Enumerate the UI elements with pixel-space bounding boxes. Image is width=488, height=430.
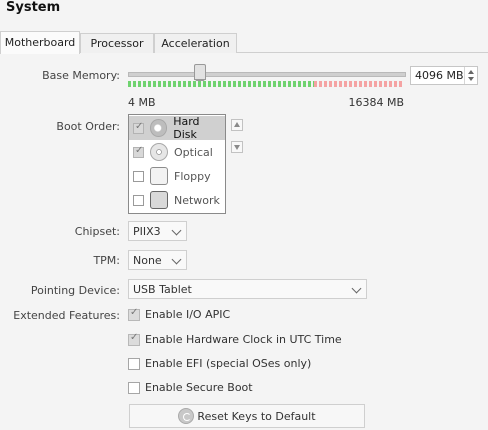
boot-network-checkbox[interactable]: [133, 194, 144, 206]
move-down-button[interactable]: [231, 141, 243, 153]
chevron-down-icon: [171, 254, 182, 265]
page-title: System: [6, 0, 61, 15]
feature-secure-boot[interactable]: Enable Secure Boot: [128, 381, 253, 394]
feature-utc-clock[interactable]: Enable Hardware Clock in UTC Time: [128, 332, 342, 346]
boot-order-label: Boot Order:: [56, 120, 120, 133]
tab-processor[interactable]: Processor: [80, 33, 154, 53]
feature-label: Enable Secure Boot: [145, 381, 253, 394]
secure-boot-checkbox[interactable]: [128, 381, 140, 394]
spin-arrows-icon[interactable]: [464, 67, 477, 84]
boot-optical-checkbox[interactable]: [133, 145, 144, 158]
pointing-device-value: USB Tablet: [133, 282, 192, 296]
io-apic-checkbox[interactable]: [128, 307, 140, 321]
feature-label: Enable EFI (special OSes only): [145, 357, 312, 370]
boot-item-label: Floppy: [174, 169, 211, 183]
memory-min-label: 4 MB: [128, 96, 156, 109]
chevron-down-icon: [171, 225, 182, 236]
network-icon: [150, 191, 168, 209]
reset-keys-label: Reset Keys to Default: [197, 409, 316, 423]
feature-label: Enable Hardware Clock in UTC Time: [145, 333, 342, 346]
feature-io-apic[interactable]: Enable I/O APIC: [128, 307, 231, 321]
tpm-label: TPM:: [93, 254, 120, 267]
pointing-device-select[interactable]: USB Tablet: [128, 279, 367, 299]
boot-item-network[interactable]: Network: [129, 188, 225, 212]
tpm-value: None: [133, 253, 162, 267]
boot-item-label: Network: [174, 193, 220, 207]
tpm-select[interactable]: None: [128, 250, 187, 270]
boot-item-label: Hard Disk: [173, 115, 200, 141]
boot-item-floppy[interactable]: Floppy: [129, 164, 225, 188]
floppy-icon: [150, 167, 168, 185]
feature-efi[interactable]: Enable EFI (special OSes only): [128, 357, 311, 370]
boot-item-hard-disk[interactable]: Hard Disk: [129, 115, 225, 141]
hard-disk-icon: [149, 119, 168, 137]
tab-acceleration[interactable]: Acceleration: [154, 33, 237, 53]
base-memory-slider-track[interactable]: [128, 72, 406, 77]
boot-order-list[interactable]: Hard Disk Optical Floppy Network: [128, 114, 226, 214]
reset-keys-button[interactable]: Reset Keys to Default: [129, 404, 365, 428]
base-memory-value[interactable]: 4096 MB: [411, 69, 464, 82]
efi-checkbox[interactable]: [128, 357, 140, 370]
base-memory-spinbox[interactable]: 4096 MB: [410, 66, 478, 85]
chipset-label: Chipset:: [74, 225, 120, 238]
boot-floppy-checkbox[interactable]: [133, 170, 144, 182]
boot-hard-disk-checkbox[interactable]: [133, 121, 144, 134]
base-memory-label: Base Memory:: [42, 69, 120, 82]
boot-item-optical[interactable]: Optical: [129, 140, 225, 164]
memory-scale: [128, 81, 404, 87]
memory-scale-safe: [128, 81, 314, 87]
pointing-device-label: Pointing Device:: [30, 284, 120, 297]
reset-icon: [178, 408, 195, 424]
boot-item-label: Optical: [174, 145, 213, 159]
feature-label: Enable I/O APIC: [145, 308, 231, 321]
base-memory-slider-thumb[interactable]: [194, 64, 206, 84]
memory-scale-warning: [314, 81, 404, 87]
chevron-down-icon: [351, 283, 362, 294]
tab-motherboard[interactable]: Motherboard: [0, 31, 80, 54]
extended-features-label: Extended Features:: [13, 309, 120, 322]
optical-disc-icon: [150, 143, 168, 161]
memory-max-label: 16384 MB: [348, 96, 404, 109]
chipset-select[interactable]: PIIX3: [128, 221, 187, 241]
utc-clock-checkbox[interactable]: [128, 332, 140, 346]
move-up-button[interactable]: [231, 119, 243, 131]
chipset-value: PIIX3: [133, 224, 161, 238]
